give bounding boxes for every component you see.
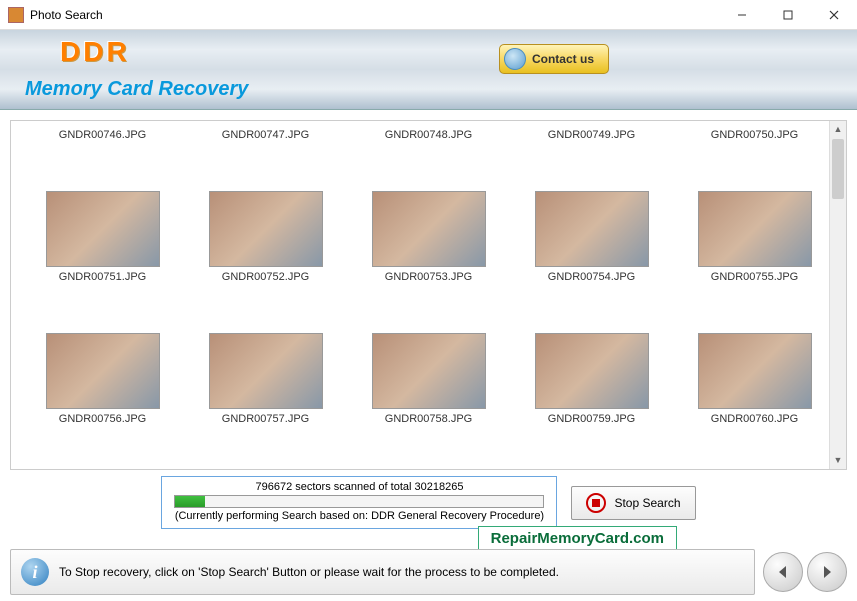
thumbnail-item[interactable]: GNDR00751.JPG: [25, 183, 180, 321]
main-panel: GNDR00746.JPG GNDR00747.JPG GNDR00748.JP…: [0, 110, 857, 520]
scrollbar-thumb[interactable]: [832, 139, 844, 199]
thumbnail-label: GNDR00752.JPG: [188, 271, 343, 283]
thumbnail-image: [209, 333, 323, 409]
app-subtitle: Memory Card Recovery: [25, 78, 248, 101]
progress-box: 796672 sectors scanned of total 30218265…: [161, 476, 557, 529]
thumbnail-label: GNDR00746.JPG: [25, 129, 180, 141]
thumbnail-item[interactable]: GNDR00758.JPG: [351, 325, 506, 463]
progress-fill: [175, 496, 204, 507]
titlebar: Photo Search: [0, 0, 857, 30]
thumbnail-label: GNDR00756.JPG: [25, 413, 180, 425]
thumbnail-image: [698, 191, 812, 267]
thumbnail-item[interactable]: GNDR00748.JPG: [351, 127, 506, 179]
progress-text: 796672 sectors scanned of total 30218265: [174, 481, 544, 493]
thumbnail-item[interactable]: GNDR00746.JPG: [25, 127, 180, 179]
info-text: To Stop recovery, click on 'Stop Search'…: [59, 565, 559, 579]
forward-button[interactable]: [807, 552, 847, 592]
thumbnail-item[interactable]: GNDR00759.JPG: [514, 325, 669, 463]
thumbnail-label: GNDR00758.JPG: [351, 413, 506, 425]
thumbnail-item[interactable]: GNDR00755.JPG: [677, 183, 832, 321]
thumbnail-label: GNDR00753.JPG: [351, 271, 506, 283]
nav-buttons: [763, 552, 847, 592]
close-button[interactable]: [811, 0, 857, 30]
stop-label: Stop Search: [614, 496, 680, 510]
thumbnail-image: [698, 333, 812, 409]
thumbnail-item[interactable]: GNDR00750.JPG: [677, 127, 832, 179]
thumbnail-item[interactable]: GNDR00753.JPG: [351, 183, 506, 321]
progress-row: 796672 sectors scanned of total 30218265…: [10, 476, 847, 529]
stop-icon: [586, 493, 606, 513]
window-title: Photo Search: [30, 8, 719, 22]
contact-icon: [504, 48, 526, 70]
scroll-down-arrow[interactable]: ▼: [830, 452, 846, 469]
thumbnail-image: [46, 191, 160, 267]
thumbnail-image: [46, 333, 160, 409]
maximize-button[interactable]: [765, 0, 811, 30]
thumbnail-label: GNDR00747.JPG: [188, 129, 343, 141]
app-icon: [8, 7, 24, 23]
thumbnail-image: [535, 191, 649, 267]
thumbnail-image: [209, 191, 323, 267]
thumbnail-image: [372, 333, 486, 409]
thumbnail-image: [372, 191, 486, 267]
scroll-up-arrow[interactable]: ▲: [830, 121, 846, 138]
thumbnail-item[interactable]: GNDR00747.JPG: [188, 127, 343, 179]
thumbnail-item[interactable]: GNDR00757.JPG: [188, 325, 343, 463]
info-icon: i: [21, 558, 49, 586]
thumbnail-label: GNDR00749.JPG: [514, 129, 669, 141]
contact-label: Contact us: [532, 52, 594, 66]
contact-us-button[interactable]: Contact us: [499, 44, 609, 74]
progress-bar: [174, 495, 544, 508]
thumbnail-label: GNDR00754.JPG: [514, 271, 669, 283]
thumbnail-item[interactable]: GNDR00754.JPG: [514, 183, 669, 321]
back-button[interactable]: [763, 552, 803, 592]
thumbnail-label: GNDR00751.JPG: [25, 271, 180, 283]
info-bar: i To Stop recovery, click on 'Stop Searc…: [10, 549, 755, 595]
stop-search-button[interactable]: Stop Search: [571, 486, 695, 520]
progress-subtext: (Currently performing Search based on: D…: [174, 510, 544, 522]
thumbnail-label: GNDR00759.JPG: [514, 413, 669, 425]
site-link[interactable]: RepairMemoryCard.com: [478, 526, 677, 551]
app-header: DDR Memory Card Recovery Contact us: [0, 30, 857, 110]
thumbnail-item[interactable]: GNDR00760.JPG: [677, 325, 832, 463]
thumbnail-label: GNDR00757.JPG: [188, 413, 343, 425]
vertical-scrollbar[interactable]: ▲ ▼: [829, 121, 846, 469]
thumbnail-image: [535, 333, 649, 409]
thumbnail-item[interactable]: GNDR00749.JPG: [514, 127, 669, 179]
thumbnail-label: GNDR00755.JPG: [677, 271, 832, 283]
thumbnail-item[interactable]: GNDR00752.JPG: [188, 183, 343, 321]
thumbnail-item[interactable]: GNDR00756.JPG: [25, 325, 180, 463]
thumbnail-panel: GNDR00746.JPG GNDR00747.JPG GNDR00748.JP…: [10, 120, 847, 470]
brand-logo: DDR: [60, 36, 130, 68]
thumbnail-label: GNDR00750.JPG: [677, 129, 832, 141]
thumbnail-label: GNDR00748.JPG: [351, 129, 506, 141]
footer-bar: i To Stop recovery, click on 'Stop Searc…: [10, 549, 847, 595]
thumbnail-label: GNDR00760.JPG: [677, 413, 832, 425]
thumbnail-grid: GNDR00746.JPG GNDR00747.JPG GNDR00748.JP…: [11, 121, 846, 469]
minimize-button[interactable]: [719, 0, 765, 30]
